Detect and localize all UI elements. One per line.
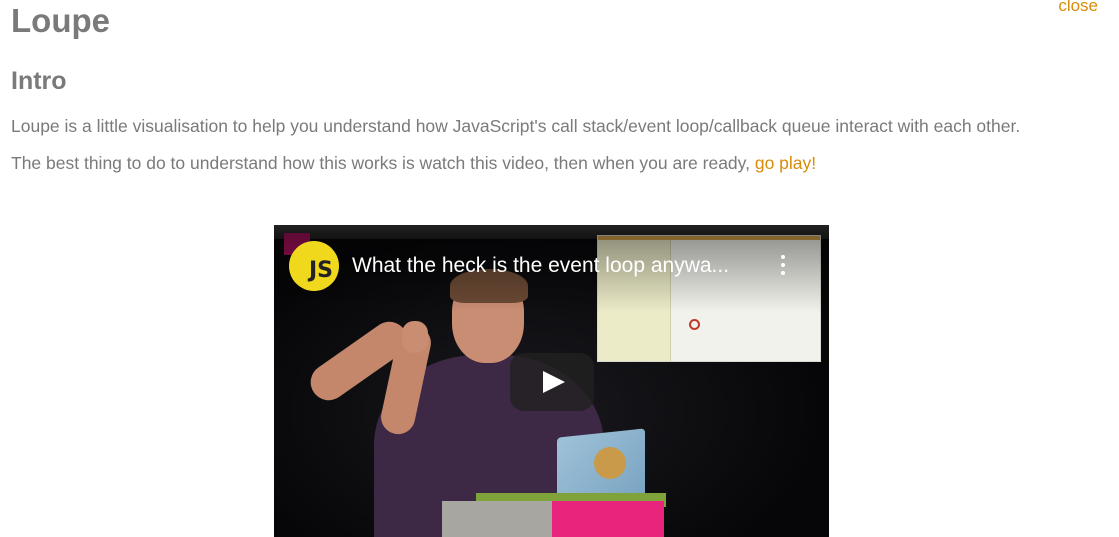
- video-title[interactable]: What the heck is the event loop anywa...: [352, 254, 729, 278]
- video-player[interactable]: JS What the heck is the event loop anywa…: [274, 225, 829, 537]
- play-button[interactable]: [510, 353, 594, 411]
- page-title: Loupe: [11, 2, 110, 39]
- play-icon: [543, 371, 565, 393]
- video-instructions: The best thing to do to understand how t…: [11, 153, 816, 174]
- close-link[interactable]: close: [1058, 0, 1098, 16]
- go-play-link[interactable]: go play!: [755, 153, 816, 173]
- loupe-intro-page: close Loupe Intro Loupe is a little visu…: [0, 0, 1119, 537]
- intro-heading: Intro: [11, 67, 67, 95]
- intro-paragraph: Loupe is a little visualisation to help …: [11, 116, 1021, 136]
- kebab-menu-icon[interactable]: [777, 255, 789, 279]
- channel-logo-icon[interactable]: JS: [289, 241, 339, 291]
- video-instructions-text: The best thing to do to understand how t…: [11, 153, 755, 173]
